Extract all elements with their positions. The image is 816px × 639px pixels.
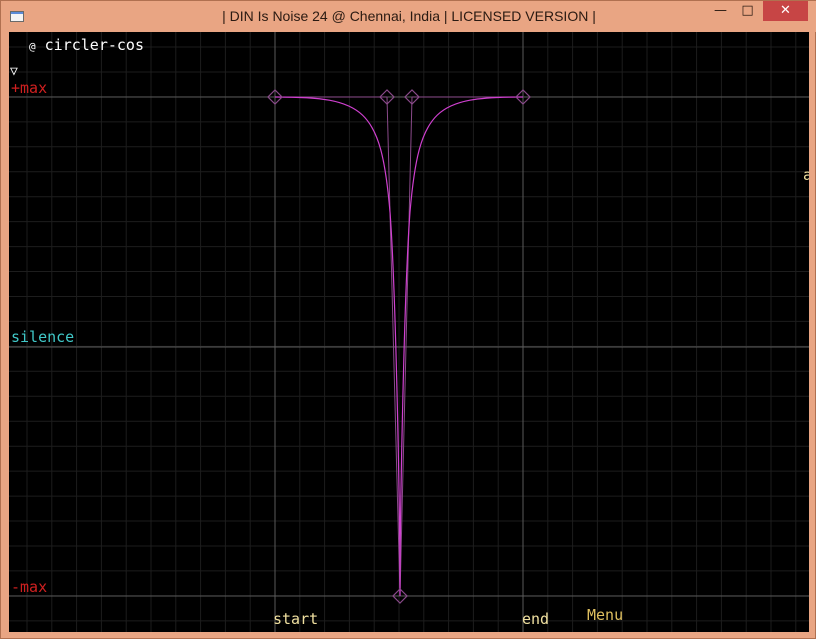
start-label: start (273, 610, 319, 628)
minimize-button[interactable]: — (707, 1, 734, 21)
curve-name: circler-cos (44, 36, 144, 54)
title-bar[interactable]: | DIN Is Noise 24 @ Chennai, India | LIC… (1, 1, 816, 32)
silence-label: silence (11, 328, 75, 346)
curve-name-label[interactable]: @ circler-cos (29, 38, 144, 54)
plus-max-label: +max (11, 79, 48, 97)
minus-max-label: -max (11, 578, 48, 596)
app-window: | DIN Is Noise 24 @ Chennai, India | LIC… (0, 0, 816, 639)
maximize-button[interactable]: □ (734, 1, 761, 21)
at-marker: @ (29, 40, 36, 53)
close-button[interactable]: ✕ (763, 1, 808, 21)
curve-editor-canvas[interactable]: @ circler-cos ▽ +max silence -max start … (9, 32, 809, 632)
dropdown-arrow-icon[interactable]: ▽ (10, 64, 18, 79)
window-title: | DIN Is Noise 24 @ Chennai, India | LIC… (222, 8, 596, 24)
curve-editor-graphics[interactable] (9, 32, 809, 632)
end-label: end (522, 610, 550, 628)
grid-minor (9, 32, 809, 632)
menu-button[interactable]: Menu (587, 608, 623, 623)
edge-label: a (803, 166, 809, 184)
